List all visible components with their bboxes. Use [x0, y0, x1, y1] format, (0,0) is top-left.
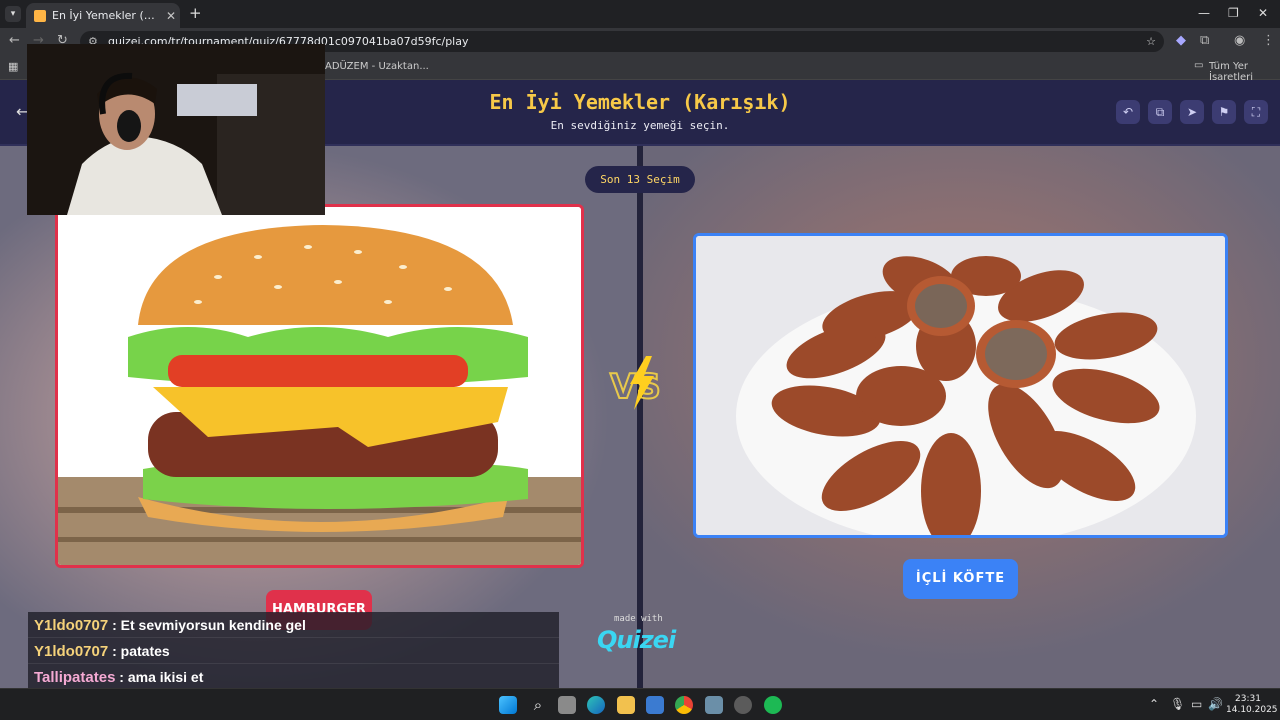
streamer-webcam-image — [27, 44, 325, 215]
option-right-card[interactable] — [693, 233, 1228, 538]
network-icon[interactable]: ▭ — [1191, 697, 1202, 711]
chat-text: patates — [120, 643, 170, 659]
quizei-favicon-icon — [34, 9, 46, 22]
search-icon[interactable]: ⌕ — [529, 696, 547, 714]
close-tab-icon[interactable]: ✕ — [166, 9, 180, 23]
made-with-text: made with — [614, 614, 663, 624]
back-icon[interactable]: ← — [9, 33, 20, 48]
volume-icon[interactable]: 🔊 — [1208, 697, 1223, 711]
windows-taskbar: ⌕ ⌃ 🎙 ▭ 🔊 23:31 14.10.2025 — [0, 688, 1280, 720]
chrome-icon[interactable] — [675, 696, 693, 714]
browser-tab-bar: ▾ En İyi Yemekler (Karışık) - Quizei ✕ +… — [0, 0, 1280, 28]
extension-icon[interactable]: ◆ — [1176, 33, 1186, 48]
microphone-icon[interactable]: 🎙 — [1170, 697, 1185, 711]
tab-title: En İyi Yemekler (Karışık) - Quizei — [52, 9, 160, 22]
clock-time: 23:31 — [1235, 694, 1261, 704]
round-indicator: Son 13 Seçim — [585, 166, 695, 193]
spotify-icon[interactable] — [764, 696, 782, 714]
browser-tab[interactable]: En İyi Yemekler (Karışık) - Quizei ✕ — [26, 3, 180, 28]
steam-icon[interactable] — [734, 696, 752, 714]
send-icon[interactable]: ➤ — [1180, 100, 1204, 124]
photos-icon[interactable] — [646, 696, 664, 714]
apps-grid-icon[interactable]: ▦ — [8, 60, 18, 73]
tab-search-button[interactable]: ▾ — [5, 6, 21, 22]
folder-icon: ▭ — [1194, 60, 1204, 71]
tray-chevron-icon[interactable]: ⌃ — [1149, 697, 1159, 711]
quizei-logo[interactable]: Quizei — [597, 626, 676, 654]
chat-message: Y1ldo0707 : Et sevmiyorsun kendine gel — [28, 612, 559, 638]
file-explorer-icon[interactable] — [617, 696, 635, 714]
undo-icon[interactable]: ↶ — [1116, 100, 1140, 124]
webcam-overlay — [27, 44, 325, 215]
clock-date: 14.10.2025 — [1226, 705, 1278, 715]
close-window-icon[interactable]: ✕ — [1258, 6, 1268, 20]
minimize-icon[interactable]: — — [1198, 6, 1210, 20]
option-left-card[interactable] — [55, 204, 584, 568]
taskbar-clock[interactable]: 23:31 14.10.2025 — [1226, 694, 1278, 716]
chat-message: Tallipatates : ama ikisi et — [28, 664, 559, 690]
chat-message: Y1ldo0707 : patates — [28, 638, 559, 664]
versus-lightning-icon: VS — [609, 356, 662, 410]
profile-icon[interactable]: ◉ — [1234, 33, 1245, 48]
vs-text: VS — [610, 367, 661, 407]
task-view-icon[interactable] — [558, 696, 576, 714]
chat-text: Et sevmiyorsun kendine gel — [120, 617, 306, 633]
chat-overlay: Y1ldo0707 : Et sevmiyorsun kendine gel Y… — [28, 612, 559, 690]
start-icon[interactable] — [499, 696, 517, 714]
new-tab-button[interactable]: + — [189, 4, 202, 22]
menu-kebab-icon[interactable]: ⋮ — [1262, 33, 1275, 48]
share-icon[interactable]: ⧉ — [1148, 100, 1172, 124]
icli-kofte-image — [696, 236, 1225, 535]
chat-text: ama ikisi et — [127, 669, 204, 685]
flag-icon[interactable]: ⚑ — [1212, 100, 1236, 124]
restore-icon[interactable]: ❐ — [1228, 6, 1239, 20]
edge-icon[interactable] — [587, 696, 605, 714]
chat-username: Y1ldo0707 — [34, 643, 109, 660]
fullscreen-icon[interactable]: ⛶ — [1244, 100, 1268, 124]
option-right-label[interactable]: İÇLİ KÖFTE — [903, 559, 1018, 599]
hamburger-image — [58, 207, 581, 565]
extensions-puzzle-icon[interactable]: ⧉ — [1200, 33, 1209, 48]
chat-username: Y1ldo0707 — [34, 617, 109, 634]
center-divider — [637, 146, 643, 688]
bookmark-item[interactable]: ADÜZEM - Uzaktan... — [325, 61, 429, 72]
app-icon[interactable] — [705, 696, 723, 714]
bookmark-star-icon[interactable]: ☆ — [1146, 31, 1156, 52]
chat-username: Tallipatates — [34, 669, 116, 686]
